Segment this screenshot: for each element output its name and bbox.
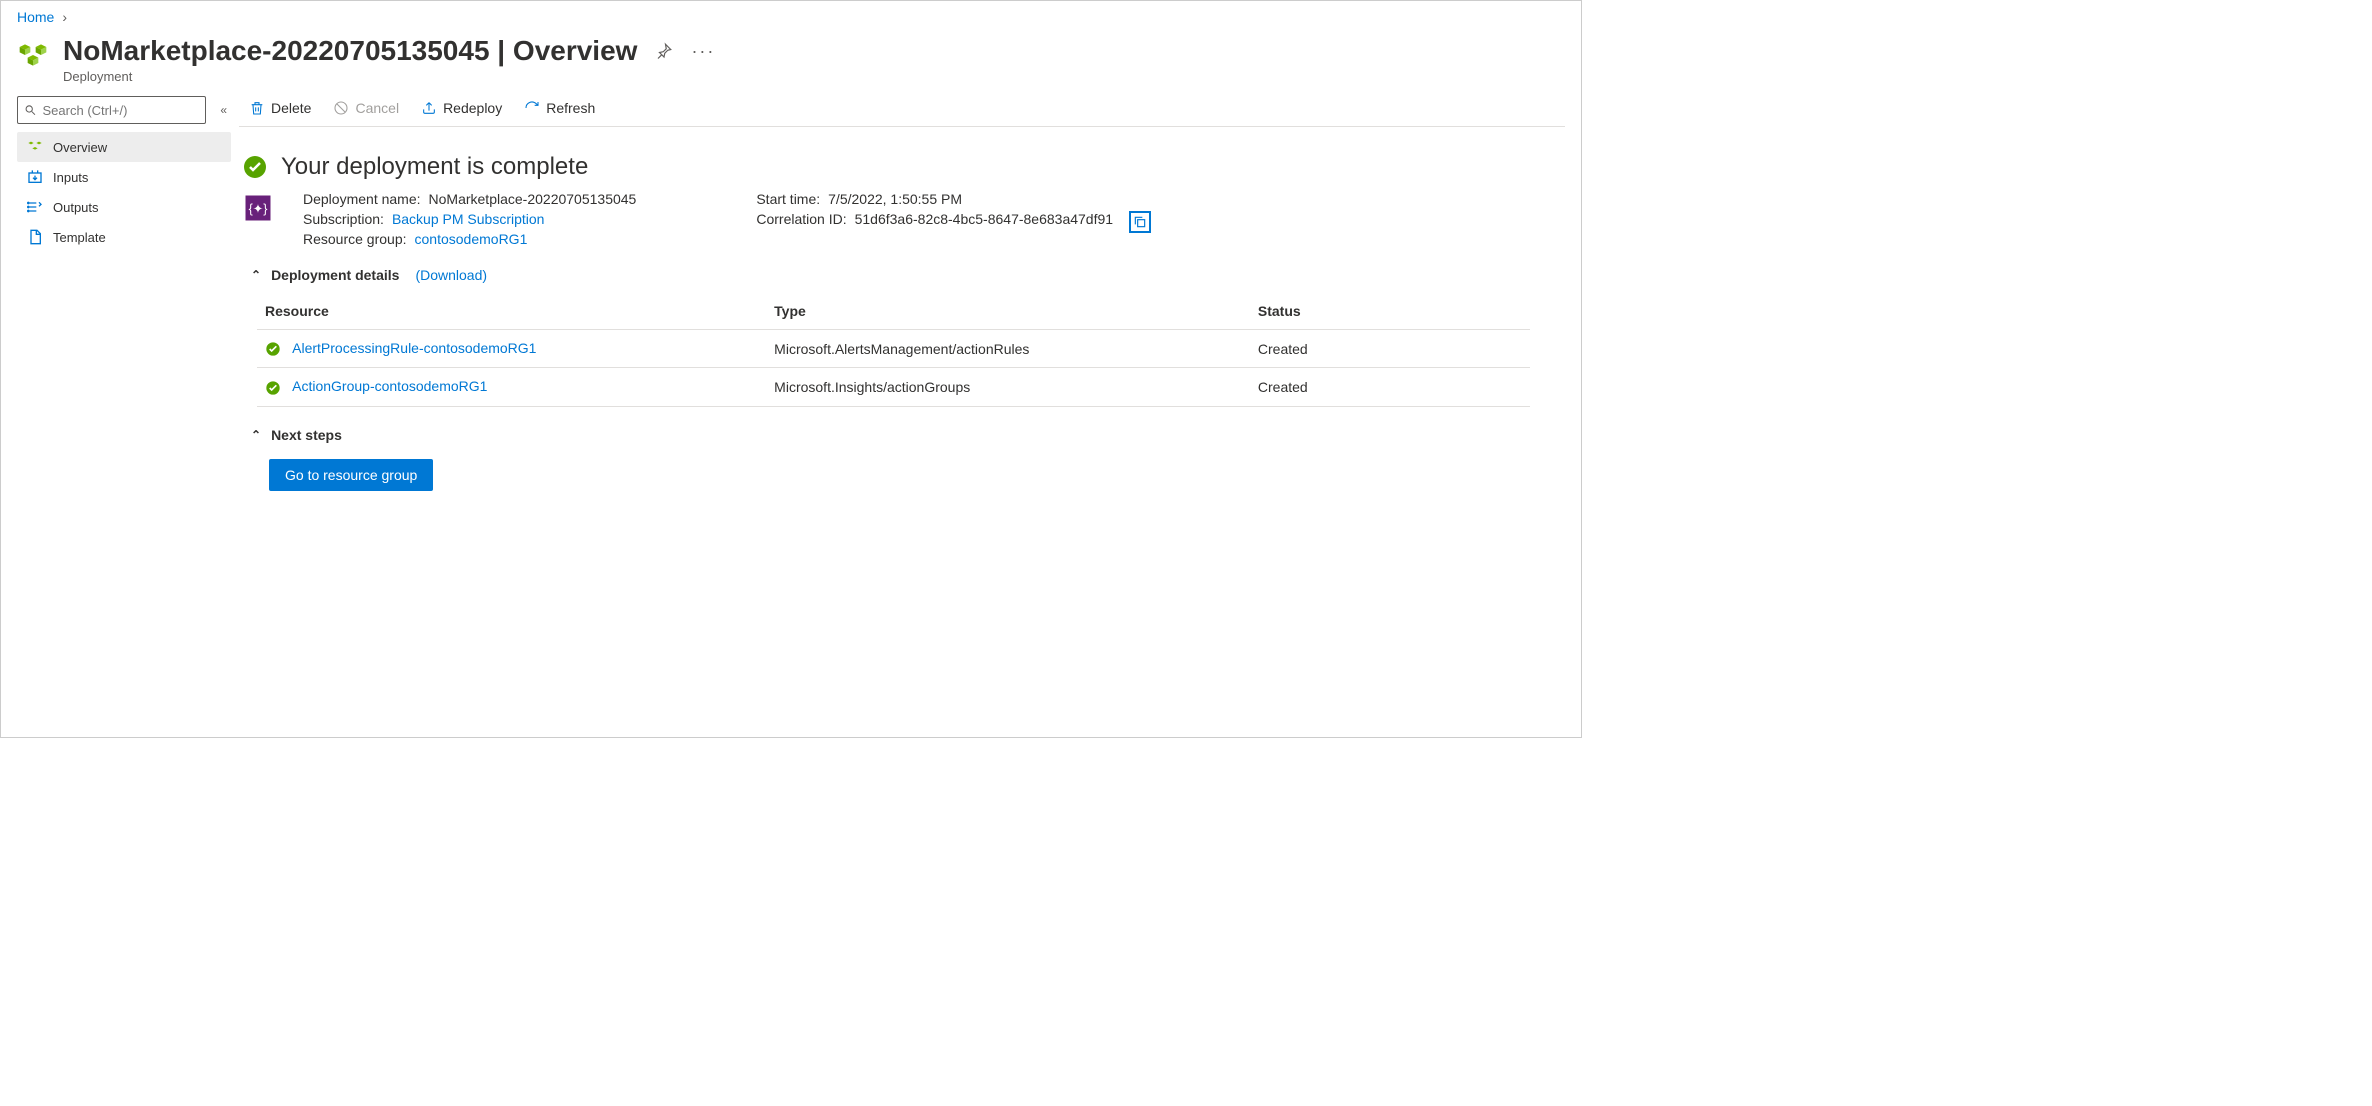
resource-type: Microsoft.AlertsManagement/actionRules [766,330,1250,368]
next-steps-toggle[interactable]: ⌃ Next steps [239,407,1565,453]
breadcrumb-home-link[interactable]: Home [17,9,54,25]
resource-link[interactable]: AlertProcessingRule-contosodemoRG1 [292,340,536,356]
table-row[interactable]: AlertProcessingRule-contosodemoRG1 Micro… [257,330,1530,368]
nav-item-template[interactable]: Template [17,222,231,252]
deployment-name-value: NoMarketplace-20220705135045 [429,191,637,207]
col-resource: Resource [257,293,766,330]
resource-link[interactable]: ActionGroup-contosodemoRG1 [292,378,487,394]
deployment-details-toggle[interactable]: ⌃ Deployment details (Download) [239,247,1565,293]
success-icon [265,380,281,396]
redeploy-icon [421,100,437,116]
nav-list: Overview Inputs Outputs Template [17,132,231,252]
chevron-right-icon: › [62,9,67,25]
resource-status: Created [1250,330,1530,368]
inputs-icon [27,169,43,185]
next-steps-header: Next steps [271,427,342,443]
nav-item-overview[interactable]: Overview [17,132,231,162]
col-status: Status [1250,293,1530,330]
deployment-details-header: Deployment details [271,267,399,283]
success-icon [265,341,281,357]
refresh-icon [524,100,540,116]
copy-button[interactable] [1129,211,1151,233]
page-title: NoMarketplace-20220705135045 | Overview [63,35,637,67]
resource-status: Created [1250,368,1530,406]
outputs-icon [27,199,43,215]
deployment-cubes-icon [17,39,49,71]
refresh-button[interactable]: Refresh [524,100,595,116]
deployment-details: {✦} Deployment name: NoMarketplace-20220… [239,191,1565,247]
nav-item-inputs[interactable]: Inputs [17,162,231,192]
start-time-label: Start time: [756,191,820,207]
delete-button[interactable]: Delete [249,100,311,116]
breadcrumb: Home › [1,1,1581,29]
arm-template-icon: {✦} [243,193,273,223]
table-row[interactable]: ActionGroup-contosodemoRG1 Microsoft.Ins… [257,368,1530,406]
copy-icon [1133,215,1147,229]
collapse-sidebar-icon[interactable]: « [216,103,231,117]
nav-label-template: Template [53,230,106,245]
cancel-button: Cancel [333,100,399,116]
nav-item-outputs[interactable]: Outputs [17,192,231,222]
resources-table: Resource Type Status AlertProcessingRule… [257,293,1530,407]
nav-label-overview: Overview [53,140,107,155]
template-icon [27,229,43,245]
chevron-up-icon: ⌃ [251,268,261,282]
nav-label-outputs: Outputs [53,200,99,215]
nav-label-inputs: Inputs [53,170,88,185]
resource-type: Microsoft.Insights/actionGroups [766,368,1250,406]
more-icon[interactable]: ··· [691,41,715,62]
redeploy-button[interactable]: Redeploy [421,100,502,116]
resource-group-link[interactable]: contosodemoRG1 [415,231,528,247]
subscription-link[interactable]: Backup PM Subscription [392,211,545,227]
chevron-up-icon: ⌃ [251,428,261,442]
correlation-id-label: Correlation ID: [756,211,846,233]
start-time-value: 7/5/2022, 1:50:55 PM [828,191,962,207]
cubes-icon [27,139,43,155]
trash-icon [249,100,265,116]
status-banner: Your deployment is complete [239,127,1565,191]
go-to-resource-group-button[interactable]: Go to resource group [269,459,433,491]
pin-icon[interactable] [655,42,673,60]
toolbar: Delete Cancel Redeploy Refresh [239,96,1565,127]
subscription-label: Subscription: [303,211,384,227]
success-icon [243,155,267,179]
page-subtitle: Deployment [63,69,715,84]
search-box[interactable] [17,96,206,124]
resource-group-label: Resource group: [303,231,407,247]
download-link[interactable]: (Download) [415,267,487,283]
status-heading: Your deployment is complete [281,153,588,181]
col-type: Type [766,293,1250,330]
deployment-name-label: Deployment name: [303,191,421,207]
correlation-id-value: 51d6f3a6-82c8-4bc5-8647-8e683a47df91 [855,211,1113,233]
search-input[interactable] [43,103,200,118]
svg-text:{✦}: {✦} [249,202,268,216]
sidebar: « Overview Inputs Outputs Template [1,96,231,491]
search-icon [24,103,37,117]
cancel-icon [333,100,349,116]
main-pane: Delete Cancel Redeploy Refresh Your depl… [231,96,1581,491]
page-header: NoMarketplace-20220705135045 | Overview … [1,29,1581,96]
